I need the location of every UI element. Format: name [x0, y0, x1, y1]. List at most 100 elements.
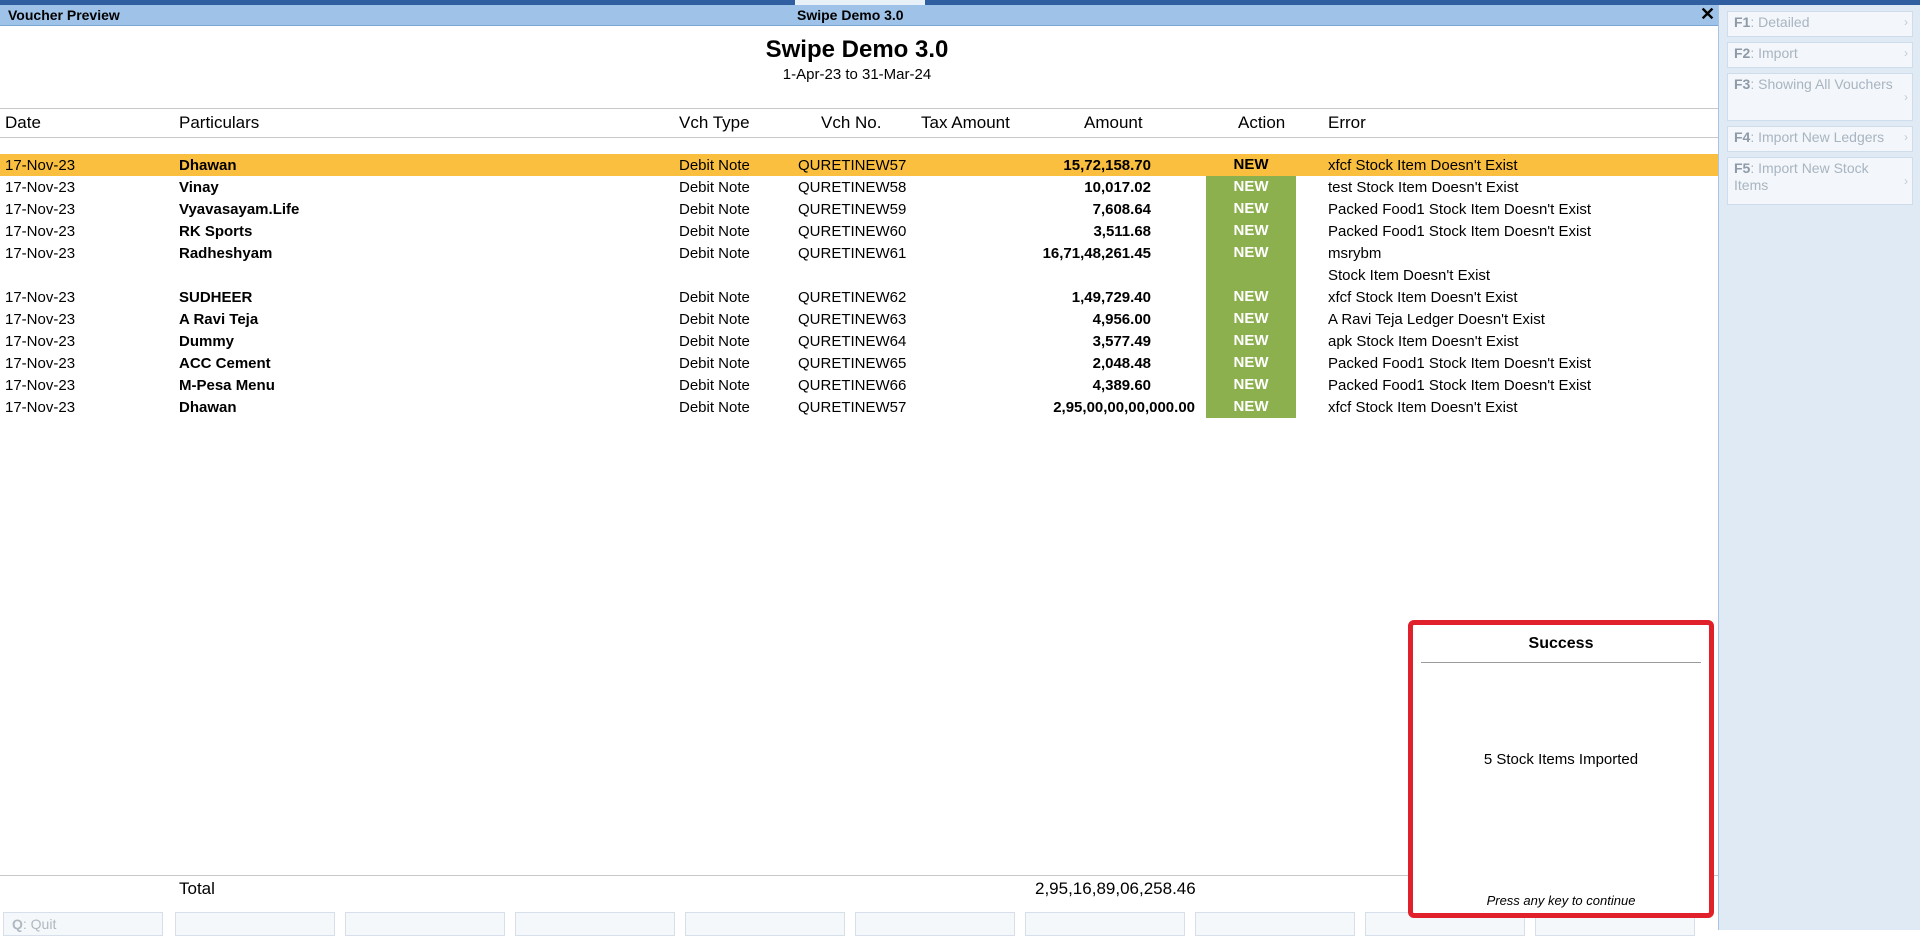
row-date: 17-Nov-23	[5, 355, 76, 372]
row-action: NEW	[1206, 176, 1296, 198]
row-date: 17-Nov-23	[5, 311, 76, 328]
row-action-label: NEW	[1233, 244, 1269, 261]
table-row[interactable]: 17-Nov-23 ACC Cement Debit Note QURETINE…	[0, 352, 1718, 374]
table-row[interactable]: 17-Nov-23 M-Pesa Menu Debit Note QURETIN…	[0, 374, 1718, 396]
row-error: Packed Food1 Stock Item Doesn't Exist	[1328, 355, 1591, 372]
row-vch-no: QURETINEW64	[798, 333, 907, 350]
row-amount: 16,71,48,261.45	[1042, 245, 1151, 262]
row-action: NEW	[1233, 156, 1269, 173]
chevron-right-icon: ›	[1904, 130, 1908, 144]
bottom-button-slot[interactable]	[1025, 912, 1185, 936]
detailed-key: F1	[1734, 14, 1751, 30]
success-dialog[interactable]: Success 5 Stock Items Imported Press any…	[1408, 620, 1714, 918]
import-stock-key: F5	[1734, 160, 1751, 176]
row-error: xfcf Stock Item Doesn't Exist	[1328, 289, 1518, 306]
quit-button[interactable]: Q: Quit	[3, 912, 163, 936]
row-date: 17-Nov-23	[5, 245, 76, 262]
row-amount: 7,608.64	[1092, 201, 1151, 218]
row-vch-type: Debit Note	[679, 333, 750, 350]
row-date: 17-Nov-23	[5, 289, 76, 306]
row-party: Dhawan	[179, 399, 237, 416]
dialog-title: Success	[1528, 635, 1594, 652]
row-action: NEW	[1206, 330, 1296, 352]
row-amount: 2,048.48	[1092, 355, 1151, 372]
close-icon[interactable]: ✕	[1700, 4, 1715, 25]
col-tax-amount: Tax Amount	[921, 113, 1010, 132]
bottom-button-slot[interactable]	[175, 912, 335, 936]
row-date: 17-Nov-23	[5, 377, 76, 394]
col-particulars: Particulars	[179, 113, 260, 132]
row-party: M-Pesa Menu	[179, 377, 275, 394]
bottom-button-slot[interactable]	[345, 912, 505, 936]
table-row[interactable]: 17-Nov-23 Dhawan Debit Note QURETINEW57 …	[0, 396, 1718, 418]
import-ledgers-label: Import New Ledgers	[1758, 129, 1885, 145]
row-vch-no: QURETINEW66	[798, 377, 907, 394]
bottom-button-slot[interactable]	[685, 912, 845, 936]
col-action: Action	[1238, 113, 1286, 132]
bottom-button-slot[interactable]	[855, 912, 1015, 936]
table-row[interactable]: 17-Nov-23 A Ravi Teja Debit Note QURETIN…	[0, 308, 1718, 330]
row-amount: 3,511.68	[1093, 223, 1151, 240]
row-vch-type: Debit Note	[679, 289, 750, 306]
table-row[interactable]: 17-Nov-23 SUDHEER Debit Note QURETINEW62…	[0, 286, 1718, 308]
row-vch-type: Debit Note	[679, 311, 750, 328]
row-error: xfcf Stock Item Doesn't Exist	[1328, 157, 1518, 174]
row-vch-type: Debit Note	[679, 179, 750, 196]
row-vch-type: Debit Note	[679, 157, 750, 174]
row-error: msrybm	[1328, 245, 1382, 262]
row-error: apk Stock Item Doesn't Exist	[1328, 333, 1519, 350]
row-party: Vyavasayam.Life	[179, 201, 300, 218]
import-new-ledgers-button[interactable]: F4: Import New Ledgers ›	[1727, 126, 1913, 152]
row-vch-no: QURETINEW57	[798, 157, 907, 174]
row-party: Dhawan	[179, 157, 237, 174]
row-party: Dummy	[179, 333, 235, 350]
row-action: NEW	[1206, 396, 1296, 418]
window-title: Voucher Preview	[8, 7, 120, 23]
row-party: A Ravi Teja	[179, 311, 259, 328]
dialog-message: 5 Stock Items Imported	[1483, 751, 1639, 768]
dialog-divider	[1421, 662, 1701, 663]
table-row[interactable]: 17-Nov-23 Dummy Debit Note QURETINEW64 3…	[0, 330, 1718, 352]
row-error: A Ravi Teja Ledger Doesn't Exist	[1328, 311, 1545, 328]
table-row[interactable]: 17-Nov-23 RK Sports Debit Note QURETINEW…	[0, 220, 1718, 242]
row-vch-type: Debit Note	[679, 355, 750, 372]
detailed-button[interactable]: F1: Detailed ›	[1727, 11, 1913, 37]
report-header: Swipe Demo 3.0 1-Apr-23 to 31-Mar-24	[0, 36, 1718, 83]
import-stock-label: Import New Stock Items	[1734, 160, 1869, 193]
row-party: RK Sports	[179, 223, 253, 240]
row-action: NEW	[1206, 198, 1296, 220]
bottom-button-slot[interactable]	[515, 912, 675, 936]
table-row[interactable]: 17-Nov-23 Vinay Debit Note QURETINEW58 1…	[0, 176, 1718, 198]
row-vch-no: QURETINEW57	[798, 399, 907, 416]
col-vch-type: Vch Type	[679, 113, 750, 132]
import-key: F2	[1734, 45, 1751, 61]
total-amount: 2,95,16,89,06,258.46	[1035, 879, 1196, 898]
row-error: test Stock Item Doesn't Exist	[1328, 179, 1519, 196]
row-amount: 3,577.49	[1092, 333, 1151, 350]
row-vch-type: Debit Note	[679, 201, 750, 218]
table-row[interactable]: 17-Nov-23 Vyavasayam.Life Debit Note QUR…	[0, 198, 1718, 220]
chevron-right-icon: ›	[1904, 15, 1908, 29]
row-vch-no: QURETINEW60	[798, 223, 907, 240]
row-error-continued: Stock Item Doesn't Exist	[1328, 267, 1491, 284]
active-tab-marker	[795, 0, 925, 5]
row-vch-no: QURETINEW65	[798, 355, 907, 372]
show-all-key: F3	[1734, 76, 1751, 92]
row-error: xfcf Stock Item Doesn't Exist	[1328, 399, 1518, 416]
chevron-right-icon: ›	[1904, 174, 1908, 188]
row-error: Packed Food1 Stock Item Doesn't Exist	[1328, 377, 1591, 394]
bottom-button-slot[interactable]	[1195, 912, 1355, 936]
show-all-label: Showing All Vouchers	[1758, 76, 1893, 92]
col-amount: Amount	[1084, 113, 1143, 132]
dialog-footer: Press any key to continue	[1486, 893, 1636, 908]
col-date: Date	[5, 113, 41, 132]
show-all-vouchers-button[interactable]: F3: Showing All Vouchers ›	[1727, 73, 1913, 121]
table-row[interactable]: 17-Nov-23 Radheshyam Debit Note QURETINE…	[0, 242, 1718, 286]
row-error: Packed Food1 Stock Item Doesn't Exist	[1328, 223, 1591, 240]
row-amount: 4,389.60	[1092, 377, 1151, 394]
column-header: Date Particulars Vch Type Vch No. Tax Am…	[0, 108, 1718, 138]
table-row[interactable]: 17-Nov-23 Dhawan Debit Note QURETINEW57 …	[0, 154, 1718, 176]
import-button[interactable]: F2: Import ›	[1727, 42, 1913, 68]
import-new-stock-items-button[interactable]: F5: Import New Stock Items ›	[1727, 157, 1913, 205]
title-bar: Voucher Preview Swipe Demo 3.0 ✕	[0, 0, 1718, 26]
